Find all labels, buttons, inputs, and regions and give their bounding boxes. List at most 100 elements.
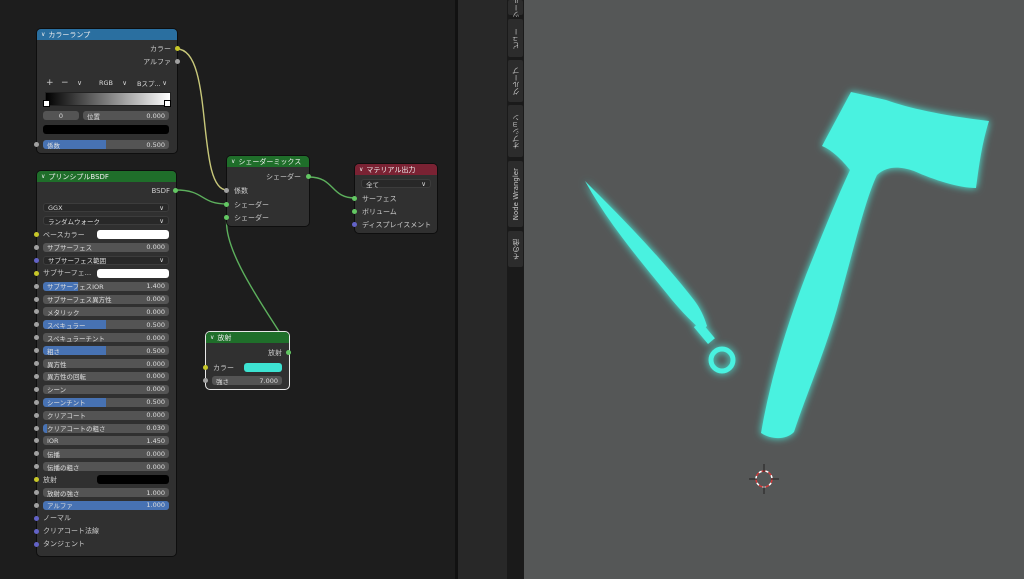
bsdf-dropdown[interactable]: サブサーフェス範囲 ∨ xyxy=(43,255,169,265)
kunai-mesh[interactable] xyxy=(585,181,736,374)
collapse-chevron-icon[interactable]: ∨ xyxy=(210,334,214,341)
principled-bsdf-node[interactable]: ∨ プリンシプルBSDF BSDF GGX ∨ ランダムウォーク ∨ ベースカラーサ… xyxy=(34,171,178,556)
displacement-socket[interactable] xyxy=(352,222,357,227)
3d-cursor-icon[interactable] xyxy=(749,464,779,494)
surface-socket[interactable] xyxy=(352,196,357,201)
subsurface-method-select[interactable]: ランダムウォーク ∨ xyxy=(43,216,169,226)
material-output-node[interactable]: ∨ マテリアル出力 全て ∨ サーフェス ボリューム ディスプレイスメント xyxy=(352,164,437,233)
bsdf-header[interactable]: ∨ プリンシプルBSDF xyxy=(37,171,176,182)
strength-field[interactable]: 強さ 7.000 xyxy=(212,376,282,385)
bsdf-value-field[interactable]: サブサーフェスIOR 1.400 xyxy=(43,281,169,291)
bsdf-input-socket[interactable] xyxy=(34,244,39,250)
bsdf-input-socket[interactable] xyxy=(34,425,39,431)
bsdf-input-socket[interactable] xyxy=(34,335,39,341)
bsdf-input-socket[interactable] xyxy=(34,257,39,263)
bsdf-value-field[interactable]: 放射の強さ 1.000 xyxy=(43,488,169,497)
bsdf-input-socket[interactable] xyxy=(34,515,39,521)
output-header[interactable]: ∨ マテリアル出力 xyxy=(355,164,437,175)
output-color-socket[interactable] xyxy=(175,46,180,51)
bsdf-input-socket[interactable] xyxy=(34,386,39,392)
bsdf-input-socket[interactable] xyxy=(34,528,39,534)
bsdf-input-socket[interactable] xyxy=(34,309,39,315)
fac-field[interactable]: 係数 0.500 xyxy=(43,140,169,149)
ramp-menu-chevron-icon[interactable]: ∨ xyxy=(77,77,82,88)
bsdf-input-socket[interactable] xyxy=(34,283,39,289)
shader1-socket[interactable] xyxy=(224,202,229,207)
add-stop-button[interactable]: + xyxy=(46,77,54,88)
bsdf-value-field[interactable]: IOR 1.450 xyxy=(43,436,169,446)
collapse-chevron-icon[interactable]: ∨ xyxy=(359,166,363,173)
bsdf-input-socket[interactable] xyxy=(34,490,39,495)
bsdf-input-socket[interactable] xyxy=(34,348,39,354)
collapse-chevron-icon[interactable]: ∨ xyxy=(231,158,235,165)
bsdf-input-socket[interactable] xyxy=(34,399,39,405)
bsdf-value-field[interactable]: スペキュラー 0.500 xyxy=(43,320,169,330)
colorramp-node[interactable]: ∨ カラーランプ カラー アルファ + − ∨ RGB ∨ Bスプ... ∨ 0 位… xyxy=(34,29,180,153)
stop-index-field[interactable]: 0 xyxy=(43,111,79,120)
3d-viewport[interactable] xyxy=(524,0,1024,579)
collapse-chevron-icon[interactable]: ∨ xyxy=(41,173,45,180)
bsdf-input-socket[interactable] xyxy=(34,270,39,276)
bsdf-input-socket[interactable] xyxy=(34,361,39,366)
remove-stop-button[interactable]: − xyxy=(61,77,69,88)
mix-shader-node[interactable]: ∨ シェーダーミックス シェーダー 係数 シェーダー シェーダー xyxy=(224,156,311,226)
color-mode-select[interactable]: RGB ∨ xyxy=(95,78,131,87)
output-emission-socket[interactable] xyxy=(286,350,291,355)
tab-view[interactable]: ビュー xyxy=(508,19,523,57)
output-alpha-socket[interactable] xyxy=(175,59,180,64)
bsdf-input-socket[interactable] xyxy=(34,322,39,328)
ramp-stop-right[interactable] xyxy=(164,100,171,107)
bsdf-value-field[interactable]: シーン 0.000 xyxy=(43,384,169,394)
bsdf-input-socket[interactable] xyxy=(34,232,39,237)
tab-options[interactable]: オプション xyxy=(508,105,523,157)
bsdf-input-socket[interactable] xyxy=(34,502,39,508)
emission-node[interactable]: ∨ 放射 放射 カラー 強さ 7.000 xyxy=(203,332,291,389)
bsdf-color-swatch[interactable] xyxy=(97,475,169,485)
fac-input-socket[interactable] xyxy=(34,142,39,147)
tab-node-wrangler[interactable]: Node Wrangler xyxy=(508,161,523,227)
bsdf-value-field[interactable]: アルファ 1.000 xyxy=(43,500,169,510)
collapse-chevron-icon[interactable]: ∨ xyxy=(41,31,45,38)
bsdf-value-field[interactable]: 伝播 0.000 xyxy=(43,449,169,459)
render-target-select[interactable]: 全て ∨ xyxy=(361,179,431,189)
color-ramp-gradient[interactable] xyxy=(45,92,171,106)
bsdf-value-field[interactable]: 粗さ 0.500 xyxy=(43,346,169,356)
emission-color-swatch[interactable] xyxy=(244,363,282,372)
bsdf-color-swatch[interactable] xyxy=(97,268,169,278)
output-shader-socket[interactable] xyxy=(306,174,311,179)
ramp-stop-left[interactable] xyxy=(43,100,50,107)
bsdf-value-field[interactable]: 異方性 0.000 xyxy=(43,359,169,368)
shader2-socket[interactable] xyxy=(224,215,229,220)
bsdf-input-socket[interactable] xyxy=(34,464,39,470)
bsdf-input-socket[interactable] xyxy=(34,412,39,418)
shader-node-editor[interactable]: ∨ カラーランプ カラー アルファ + − ∨ RGB ∨ Bスプ... ∨ 0 位… xyxy=(0,0,455,579)
colorramp-header[interactable]: ∨ カラーランプ xyxy=(37,29,177,40)
interpolation-select[interactable]: Bスプ... ∨ xyxy=(133,78,171,88)
bsdf-value-field[interactable]: サブサーフェス 0.000 xyxy=(43,242,169,252)
mix-header[interactable]: ∨ シェーダーミックス xyxy=(227,156,309,167)
bsdf-value-field[interactable]: 異方性の回転 0.000 xyxy=(43,371,169,381)
bsdf-input-socket[interactable] xyxy=(34,541,39,547)
bsdf-input-socket[interactable] xyxy=(34,477,39,483)
bsdf-value-field[interactable]: クリアコート 0.000 xyxy=(43,410,169,420)
tab-misc[interactable]: その他 xyxy=(508,231,523,267)
bsdf-value-field[interactable]: スペキュラーチント 0.000 xyxy=(43,333,169,343)
bsdf-value-field[interactable]: シーンチント 0.500 xyxy=(43,397,169,407)
bsdf-input-socket[interactable] xyxy=(34,373,39,379)
bsdf-value-field[interactable]: クリアコートの粗さ 0.030 xyxy=(43,423,169,433)
bsdf-value-field[interactable]: 伝播の粗さ 0.000 xyxy=(43,462,169,472)
emission-header[interactable]: ∨ 放射 xyxy=(206,332,289,343)
fac-socket[interactable] xyxy=(224,188,229,193)
bsdf-input-socket[interactable] xyxy=(34,438,39,444)
bsdf-value-field[interactable]: サブサーフェス異方性 0.000 xyxy=(43,294,169,304)
output-bsdf-socket[interactable] xyxy=(173,188,178,193)
color-socket[interactable] xyxy=(203,365,208,370)
volume-socket[interactable] xyxy=(352,209,357,214)
distribution-select[interactable]: GGX ∨ xyxy=(43,203,169,212)
bsdf-input-socket[interactable] xyxy=(34,296,39,302)
bsdf-input-socket[interactable] xyxy=(34,451,39,457)
axe-mesh[interactable] xyxy=(761,92,989,439)
strength-socket[interactable] xyxy=(203,378,208,383)
stop-position-field[interactable]: 位置 0.000 xyxy=(83,111,169,120)
tab-tool[interactable]: ツール xyxy=(508,0,523,18)
